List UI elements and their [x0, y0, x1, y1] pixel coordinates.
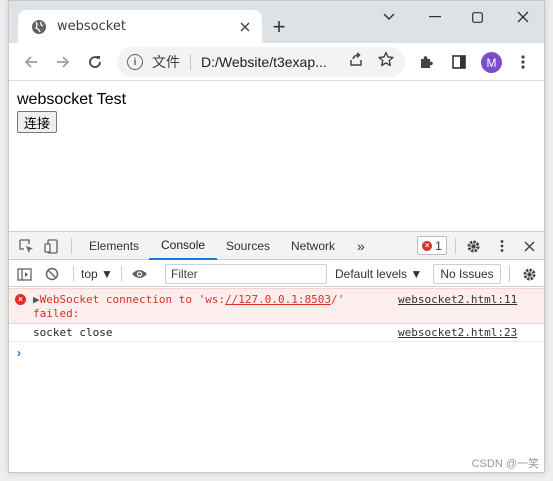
browser-toolbar: i 文件 D:/Website/t3exap... M — [9, 43, 544, 81]
device-toolbar-icon[interactable] — [42, 237, 60, 255]
filter-separator — [121, 266, 122, 282]
eye-icon[interactable] — [130, 265, 148, 283]
error-source-link[interactable]: websocket2.html:11 — [398, 293, 517, 306]
watermark: CSDN @一笑 — [471, 458, 539, 470]
back-arrow-icon[interactable] — [19, 50, 43, 74]
url-text[interactable]: D:/Website/t3exap... — [201, 54, 343, 70]
reload-icon[interactable] — [83, 50, 107, 74]
error-count-badge[interactable]: × 1 — [417, 236, 447, 255]
tab-title: websocket — [57, 19, 126, 34]
new-tab-button[interactable]: + — [267, 14, 291, 39]
connect-button[interactable]: 连接 — [17, 111, 58, 133]
error-icon: × — [15, 294, 26, 305]
filter-input[interactable] — [165, 264, 327, 284]
log-text: socket close — [33, 326, 113, 339]
error-text: ▶WebSocket connection to 'ws://127.0.0.1… — [33, 293, 353, 321]
browser-window: websocket + i 文件 D:/Website/t3exap... M … — [8, 0, 545, 473]
expand-triangle-icon[interactable]: ▶ — [33, 293, 40, 306]
issues-button[interactable]: No Issues — [433, 264, 501, 284]
context-select-value: top — [81, 267, 98, 281]
log-levels-select[interactable]: Default levels ▼ — [335, 267, 422, 281]
more-tabs-icon[interactable]: » — [357, 232, 365, 260]
kebab-menu-icon[interactable] — [513, 52, 533, 72]
forward-arrow-icon[interactable] — [51, 50, 75, 74]
side-panel-icon[interactable] — [449, 52, 469, 72]
error-text-part: WebSocket connection to 'ws: — [39, 293, 226, 306]
console-settings-gear-icon[interactable] — [520, 265, 538, 283]
tab-websocket[interactable]: websocket — [18, 10, 262, 43]
devtools-close-icon[interactable] — [520, 237, 538, 255]
error-text-line2: failed: — [33, 307, 80, 320]
chevron-down-icon[interactable] — [375, 5, 403, 29]
window-close-icon[interactable] — [509, 5, 537, 29]
maximize-icon[interactable] — [463, 5, 491, 29]
log-source-link[interactable]: websocket2.html:23 — [398, 326, 517, 339]
background-window-edge — [0, 270, 8, 410]
console-filter-bar: top ▼ Default levels ▼ No Issues — [9, 261, 544, 287]
extensions-puzzle-icon[interactable] — [417, 52, 437, 72]
console-log-message: socket close websocket2.html:23 — [9, 324, 544, 342]
inspect-element-icon[interactable] — [17, 237, 35, 255]
page-title: websocket Test — [17, 91, 127, 108]
close-icon[interactable] — [235, 17, 255, 37]
tab-strip: websocket + — [9, 1, 544, 43]
context-select[interactable]: top ▼ — [81, 267, 113, 281]
tab-console[interactable]: Console — [149, 232, 218, 260]
devtools-separator — [71, 238, 72, 254]
avatar[interactable]: M — [481, 52, 502, 73]
omnibox-separator — [190, 54, 191, 70]
scheme-label: 文件 — [152, 54, 180, 70]
devtools-separator — [455, 238, 456, 254]
page-content: websocket Test 连接 — [9, 82, 544, 231]
console-error-message[interactable]: × ▶WebSocket connection to 'ws://127.0.0… — [9, 288, 544, 324]
devtools-panel: Elements Console Sources Network » × 1 t… — [9, 231, 544, 472]
bookmark-star-icon[interactable] — [377, 50, 395, 68]
error-x-icon: × — [422, 240, 433, 251]
share-icon[interactable] — [347, 50, 365, 68]
error-count: 1 — [435, 238, 442, 253]
error-url-link[interactable]: //127.0.0.1:8503 — [225, 293, 331, 306]
globe-icon — [31, 19, 47, 35]
tab-elements[interactable]: Elements — [89, 232, 139, 260]
devtools-menu-icon[interactable] — [493, 237, 511, 255]
console-prompt-icon[interactable]: › — [17, 346, 21, 360]
tab-network[interactable]: Network — [291, 232, 335, 260]
devtools-tabbar: Elements Console Sources Network » × 1 — [9, 232, 544, 260]
sidebar-toggle-icon[interactable] — [15, 265, 33, 283]
minimize-icon[interactable] — [421, 5, 449, 29]
filter-separator — [73, 266, 74, 282]
info-icon[interactable]: i — [127, 54, 143, 70]
clear-console-icon[interactable] — [43, 265, 61, 283]
filter-separator — [509, 266, 510, 282]
tab-sources[interactable]: Sources — [226, 232, 270, 260]
settings-gear-icon[interactable] — [464, 237, 482, 255]
error-text-part: /' — [331, 293, 345, 306]
